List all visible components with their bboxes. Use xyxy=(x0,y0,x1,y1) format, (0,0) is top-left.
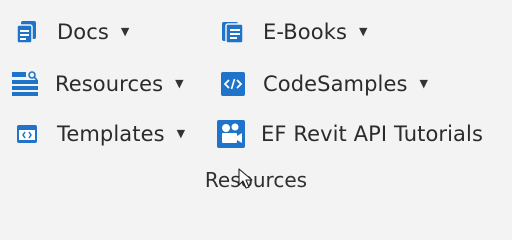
ebooks-icon xyxy=(218,17,248,47)
ebooks-button[interactable]: E-Books ▼ xyxy=(218,14,367,50)
docs-dropdown-arrow-icon[interactable]: ▼ xyxy=(121,25,129,38)
tutorials-button[interactable]: EF Revit API Tutorials xyxy=(216,116,483,152)
docs-label: Docs xyxy=(57,20,109,44)
resources-label: Resources xyxy=(55,72,164,96)
codesamples-button[interactable]: CodeSamples ▼ xyxy=(218,66,428,102)
video-icon xyxy=(216,119,246,149)
ribbon-group-label: Resources xyxy=(204,168,308,192)
template-icon xyxy=(12,119,42,149)
mouse-cursor-icon xyxy=(238,168,254,194)
resources-icon xyxy=(10,69,40,99)
resources-button[interactable]: Resources ▼ xyxy=(10,66,184,102)
templates-dropdown-arrow-icon[interactable]: ▼ xyxy=(177,127,185,140)
docs-icon xyxy=(12,17,42,47)
tutorials-label: EF Revit API Tutorials xyxy=(261,122,484,146)
code-icon xyxy=(218,69,248,99)
resources-dropdown-arrow-icon[interactable]: ▼ xyxy=(175,77,183,90)
docs-button[interactable]: Docs ▼ xyxy=(12,14,129,50)
templates-label: Templates xyxy=(57,122,165,146)
ebooks-dropdown-arrow-icon[interactable]: ▼ xyxy=(359,25,367,38)
codesamples-label: CodeSamples xyxy=(263,72,408,96)
ebooks-label: E-Books xyxy=(263,20,348,44)
templates-button[interactable]: Templates ▼ xyxy=(12,116,185,152)
codesamples-dropdown-arrow-icon[interactable]: ▼ xyxy=(420,77,428,90)
